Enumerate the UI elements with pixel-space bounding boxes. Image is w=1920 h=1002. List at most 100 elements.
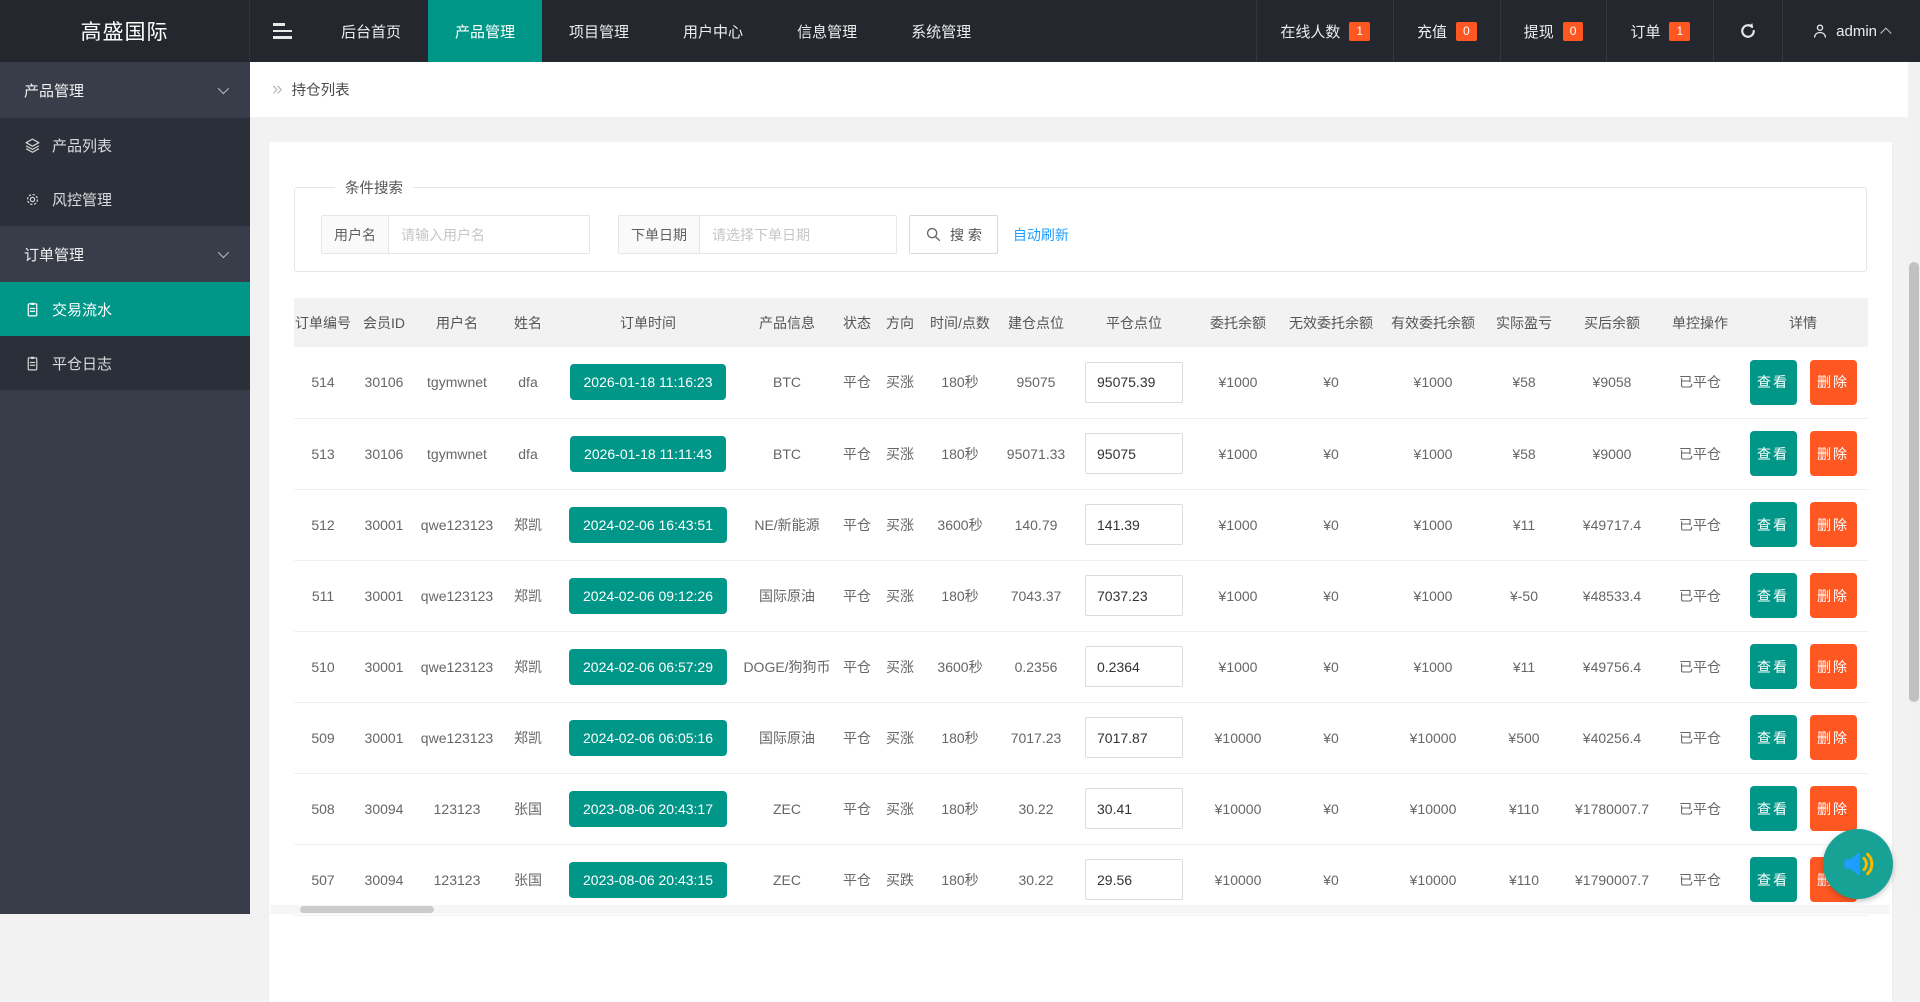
sidebar-item-trade-flow[interactable]: 交易流水 bbox=[0, 282, 250, 336]
cell-member-id: 30094 bbox=[352, 773, 416, 844]
refresh-button[interactable] bbox=[1713, 0, 1782, 62]
close-point-input[interactable] bbox=[1085, 433, 1183, 474]
app-logo: 高盛国际 bbox=[0, 0, 250, 62]
order-time-badge: 2023-08-06 20:43:17 bbox=[569, 791, 727, 827]
cell-order-no: 513 bbox=[294, 418, 352, 489]
cell-member-id: 30001 bbox=[352, 489, 416, 560]
page-title: 持仓列表 bbox=[292, 79, 350, 100]
order-time-badge: 2026-01-18 11:16:23 bbox=[570, 364, 727, 400]
cell-after-balance: ¥40256.4 bbox=[1562, 702, 1662, 773]
cell-status: 平仓 bbox=[836, 702, 878, 773]
delete-button[interactable]: 删除 bbox=[1810, 502, 1857, 547]
topbar-right: 在线人数 1 充值 0 提现 0 订单 1 admin bbox=[1256, 0, 1920, 62]
view-button[interactable]: 查看 bbox=[1750, 644, 1797, 689]
view-button[interactable]: 查看 bbox=[1750, 360, 1797, 405]
cell-product: 国际原油 bbox=[738, 560, 836, 631]
nav-item-projects[interactable]: 项目管理 bbox=[542, 0, 656, 62]
stat-label: 订单 bbox=[1630, 21, 1660, 42]
sound-notification-button[interactable] bbox=[1823, 829, 1893, 899]
sidebar-item-product-list[interactable]: 产品列表 bbox=[0, 118, 250, 172]
delete-button[interactable]: 删除 bbox=[1810, 360, 1857, 405]
nav-item-users[interactable]: 用户中心 bbox=[656, 0, 770, 62]
horizontal-scrollbar-thumb[interactable] bbox=[300, 906, 434, 913]
delete-button[interactable]: 删除 bbox=[1810, 431, 1857, 476]
stat-orders[interactable]: 订单 1 bbox=[1606, 0, 1713, 62]
sidebar: 产品管理 产品列表 风控管理 订单管理 bbox=[0, 62, 250, 914]
breadcrumb: » 持仓列表 bbox=[250, 62, 1908, 117]
admin-menu[interactable]: admin bbox=[1782, 0, 1920, 62]
col-duration: 时间/点数 bbox=[922, 298, 998, 347]
sidebar-item-label: 产品列表 bbox=[52, 135, 112, 156]
auto-refresh-link[interactable]: 自动刷新 bbox=[1013, 225, 1069, 245]
delete-button[interactable]: 删除 bbox=[1810, 573, 1857, 618]
cell-invalid-entrust: ¥0 bbox=[1282, 347, 1380, 418]
close-point-input[interactable] bbox=[1085, 575, 1183, 616]
cell-valid-entrust: ¥1000 bbox=[1380, 489, 1486, 560]
chevron-down-icon bbox=[218, 247, 229, 258]
order-date-input[interactable] bbox=[700, 216, 896, 253]
nav-item-system[interactable]: 系统管理 bbox=[884, 0, 998, 62]
delete-button[interactable]: 删除 bbox=[1810, 715, 1857, 760]
cell-product: BTC bbox=[738, 347, 836, 418]
cell-detail: 查看 删除 bbox=[1738, 631, 1868, 702]
view-button[interactable]: 查看 bbox=[1750, 502, 1797, 547]
close-point-input[interactable] bbox=[1085, 362, 1183, 403]
view-button[interactable]: 查看 bbox=[1750, 786, 1797, 831]
sidebar-item-risk-control[interactable]: 风控管理 bbox=[0, 172, 250, 226]
vertical-scrollbar-thumb[interactable] bbox=[1909, 262, 1919, 702]
stat-label: 提现 bbox=[1524, 21, 1554, 42]
view-button[interactable]: 查看 bbox=[1750, 573, 1797, 618]
delete-button[interactable]: 删除 bbox=[1810, 786, 1857, 831]
search-fieldset: 条件搜索 用户名 下单日期 搜 索 自动刷新 bbox=[294, 177, 1867, 272]
sidebar-item-close-log[interactable]: 平仓日志 bbox=[0, 336, 250, 390]
sidebar-group-products[interactable]: 产品管理 bbox=[0, 62, 250, 118]
cell-after-balance: ¥1780007.7 bbox=[1562, 773, 1662, 844]
col-order-time: 订单时间 bbox=[558, 298, 738, 347]
cell-profit: ¥500 bbox=[1486, 702, 1562, 773]
chevron-down-icon bbox=[218, 83, 229, 94]
cell-duration: 3600秒 bbox=[922, 489, 998, 560]
sidebar-group-orders[interactable]: 订单管理 bbox=[0, 226, 250, 282]
delete-button[interactable]: 删除 bbox=[1810, 644, 1857, 689]
view-button[interactable]: 查看 bbox=[1750, 431, 1797, 476]
horizontal-scrollbar[interactable] bbox=[270, 905, 1890, 914]
nav-item-products[interactable]: 产品管理 bbox=[428, 0, 542, 62]
stat-online-users[interactable]: 在线人数 1 bbox=[1256, 0, 1393, 62]
cell-order-time: 2024-02-06 06:57:29 bbox=[558, 631, 738, 702]
view-button[interactable]: 查看 bbox=[1750, 715, 1797, 760]
deposit-count-badge: 0 bbox=[1456, 22, 1477, 41]
cell-open-point: 95071.33 bbox=[998, 418, 1074, 489]
cell-product: BTC bbox=[738, 418, 836, 489]
cell-detail: 查看 删除 bbox=[1738, 489, 1868, 560]
cell-order-no: 508 bbox=[294, 773, 352, 844]
nav-item-home[interactable]: 后台首页 bbox=[314, 0, 428, 62]
username-input[interactable] bbox=[389, 216, 589, 253]
cell-profit: ¥58 bbox=[1486, 347, 1562, 418]
col-control: 单控操作 bbox=[1662, 298, 1738, 347]
nav-item-messages[interactable]: 信息管理 bbox=[770, 0, 884, 62]
vertical-scrollbar[interactable] bbox=[1908, 62, 1920, 914]
close-point-input[interactable] bbox=[1085, 646, 1183, 687]
cell-invalid-entrust: ¥0 bbox=[1282, 702, 1380, 773]
order-time-badge: 2026-01-18 11:11:43 bbox=[570, 436, 726, 472]
sidebar-submenu-orders: 交易流水 平仓日志 bbox=[0, 282, 250, 390]
order-time-badge: 2024-02-06 16:43:51 bbox=[569, 507, 727, 543]
cell-profit: ¥11 bbox=[1486, 631, 1562, 702]
cell-product: 国际原油 bbox=[738, 702, 836, 773]
cell-username: tgymwnet bbox=[416, 418, 498, 489]
close-point-input[interactable] bbox=[1085, 859, 1183, 900]
sidebar-item-label: 风控管理 bbox=[52, 189, 112, 210]
cell-open-point: 7017.23 bbox=[998, 702, 1074, 773]
cell-order-no: 511 bbox=[294, 560, 352, 631]
close-point-input[interactable] bbox=[1085, 717, 1183, 758]
stat-withdrawals[interactable]: 提现 0 bbox=[1500, 0, 1607, 62]
close-point-input[interactable] bbox=[1085, 504, 1183, 545]
sidebar-toggle-button[interactable] bbox=[250, 0, 314, 62]
close-point-input[interactable] bbox=[1085, 788, 1183, 829]
cell-member-id: 30001 bbox=[352, 702, 416, 773]
stat-deposits[interactable]: 充值 0 bbox=[1393, 0, 1500, 62]
search-button[interactable]: 搜 索 bbox=[909, 215, 998, 254]
cell-control-status: 已平仓 bbox=[1662, 489, 1738, 560]
cell-profit: ¥11 bbox=[1486, 489, 1562, 560]
view-button[interactable]: 查看 bbox=[1750, 857, 1797, 902]
